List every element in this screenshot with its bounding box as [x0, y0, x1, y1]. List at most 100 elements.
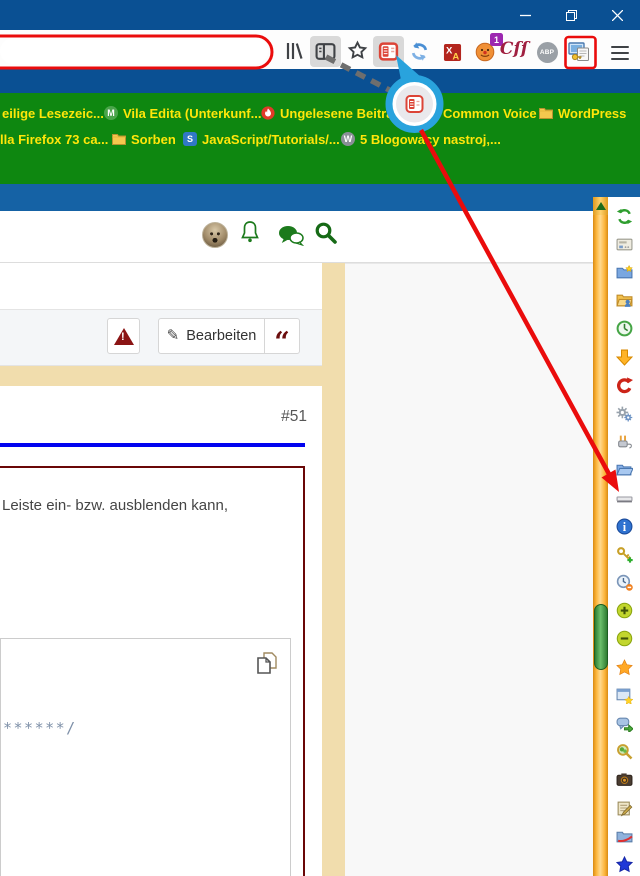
up-triangle-icon [596, 202, 606, 210]
flame-icon [261, 106, 275, 120]
browser-window: XA 1 Cſſ ABP eilige Lesezeic...M Vila Edita … [0, 0, 640, 876]
edit-quote-button-group: ✎ Bearbeiten “ [158, 318, 300, 354]
star-orange-icon[interactable] [616, 659, 633, 676]
minimized-window-icon[interactable] [616, 489, 633, 506]
clock-remove-icon[interactable] [616, 574, 633, 591]
css-script-icon[interactable]: Cſſ [503, 38, 525, 60]
copy-code-button[interactable] [255, 651, 279, 675]
page-gutter [322, 263, 345, 876]
bookmark-item[interactable]: Sorben [112, 128, 176, 150]
key-add-icon[interactable] [616, 546, 633, 563]
search-green-icon[interactable] [616, 743, 633, 760]
plug-icon[interactable] [616, 433, 633, 450]
code-block: ******/ [0, 638, 291, 876]
page-content: ✎ Bearbeiten “ #51 Leiste ein- bzw. ausb… [0, 211, 640, 876]
folder-user-icon[interactable] [616, 292, 633, 309]
clown-icon[interactable]: 1 [474, 41, 496, 63]
post-divider-rule [0, 443, 305, 447]
user-avatar[interactable] [202, 222, 228, 248]
sidebar-extension-icon[interactable] [373, 36, 404, 67]
theme-strip [0, 69, 640, 93]
bookmark-label: JavaScript/Tutorials/... [202, 132, 340, 147]
bookmark-item[interactable]: W 5 Blogowacy nastroj,... [341, 128, 501, 150]
forward-bubble-icon[interactable] [616, 715, 633, 732]
quote-box: Leiste ein- bzw. ausblenden kann, ******… [0, 466, 305, 876]
sync-icon[interactable] [616, 208, 633, 225]
navigation-toolbar: XA 1 Cſſ ABP [0, 30, 640, 69]
info-icon[interactable]: i [616, 518, 633, 535]
folder-icon [539, 106, 553, 120]
window-star-icon[interactable] [616, 687, 633, 704]
translate-sync-icon[interactable] [408, 40, 430, 62]
bookmark-item[interactable]: WordPress [539, 102, 626, 124]
edit-button-label: Bearbeiten [186, 328, 256, 344]
warning-triangle-icon [114, 328, 134, 345]
zoom-out-icon[interactable] [616, 630, 633, 647]
gears-icon[interactable] [616, 405, 633, 422]
edit-button[interactable]: ✎ Bearbeiten [159, 319, 264, 353]
menu-icon[interactable] [609, 42, 631, 64]
folder-flag-icon[interactable] [616, 828, 633, 845]
bookmark-label: Common Voice [443, 106, 537, 121]
scroll-up-button[interactable] [593, 197, 608, 215]
screenshot-key-icon[interactable] [568, 40, 590, 62]
scrollbar-thumb[interactable] [594, 604, 608, 670]
camera-icon[interactable] [616, 771, 633, 788]
folder-open-icon[interactable] [616, 461, 633, 478]
bookmark-label: Sorben [131, 132, 176, 147]
url-bar[interactable] [0, 38, 268, 64]
code-text: ******/ [3, 719, 77, 737]
bookmark-label: Ungelesene Beiträg... [280, 106, 412, 121]
svg-text:i: i [622, 520, 626, 534]
title-bar [0, 0, 640, 30]
chat-icon[interactable] [278, 225, 304, 246]
search-icon[interactable] [314, 221, 337, 244]
favicon-icon: M [104, 106, 118, 120]
refresh-red-icon[interactable] [616, 377, 633, 394]
content-pane-empty [345, 263, 593, 876]
bell-icon[interactable] [240, 219, 260, 245]
quote-button[interactable]: “ [264, 319, 299, 353]
quote-text: Leiste ein- bzw. ausblenden kann, [2, 496, 264, 516]
favicon-icon: W [341, 132, 355, 146]
folder-new-icon[interactable] [616, 264, 633, 281]
star-blue-icon[interactable] [616, 856, 633, 873]
pencil-icon: ✎ [167, 326, 180, 344]
folder-icon [112, 132, 126, 146]
bookmark-label: eilige Lesezeic... [2, 106, 104, 121]
bookmark-label: Vila Edita (Unterkunf... [123, 106, 261, 121]
report-button[interactable] [107, 318, 140, 354]
download-arrow-icon[interactable] [616, 349, 633, 366]
sidebar-scrollbar[interactable] [593, 197, 608, 876]
close-button[interactable] [594, 0, 640, 30]
library-icon[interactable] [283, 40, 305, 62]
bookmark-item[interactable]: M Vila Edita (Unterkunf... [104, 102, 261, 124]
favicon-icon: S [183, 132, 197, 146]
restore-button[interactable] [548, 0, 594, 30]
post-actions-bar: ✎ Bearbeiten “ [0, 309, 322, 366]
adblock-icon[interactable]: ABP [536, 41, 558, 63]
bookmark-item[interactable]: eilige Lesezeic... [2, 102, 104, 124]
bookmarks-toolbar: eilige Lesezeic...M Vila Edita (Unterkunf… [0, 93, 640, 184]
timer-icon[interactable] [616, 320, 633, 337]
bookmark-item[interactable]: Ungelesene Beiträg... [261, 102, 412, 124]
bookmark-item[interactable]: Common Voice [443, 102, 537, 124]
zoom-in-icon[interactable] [616, 602, 633, 619]
notes-edit-icon[interactable] [616, 800, 633, 817]
post-number: #51 [281, 408, 307, 426]
page-banner-strip [0, 184, 640, 211]
copy-icon [255, 651, 279, 675]
site-header [0, 211, 593, 263]
bookmark-label: WordPress [558, 106, 626, 121]
translate-xa-icon[interactable]: XA [441, 41, 463, 63]
bookmark-label: 5 Blogowacy nastroj,... [360, 132, 501, 147]
extension-sidebar: i [593, 197, 640, 876]
bookmark-star-icon[interactable] [346, 39, 368, 61]
form-banner-icon[interactable] [616, 236, 633, 253]
sidebar-toggle-icon[interactable] [310, 36, 341, 67]
bookmark-item[interactable]: S JavaScript/Tutorials/... [183, 128, 340, 150]
minimize-button[interactable] [502, 0, 548, 30]
post-card: #51 Leiste ein- bzw. ausblenden kann, **… [0, 386, 322, 876]
bookmark-label: lla Firefox 73 ca... [0, 132, 108, 147]
bookmark-item[interactable]: lla Firefox 73 ca... [0, 128, 108, 150]
